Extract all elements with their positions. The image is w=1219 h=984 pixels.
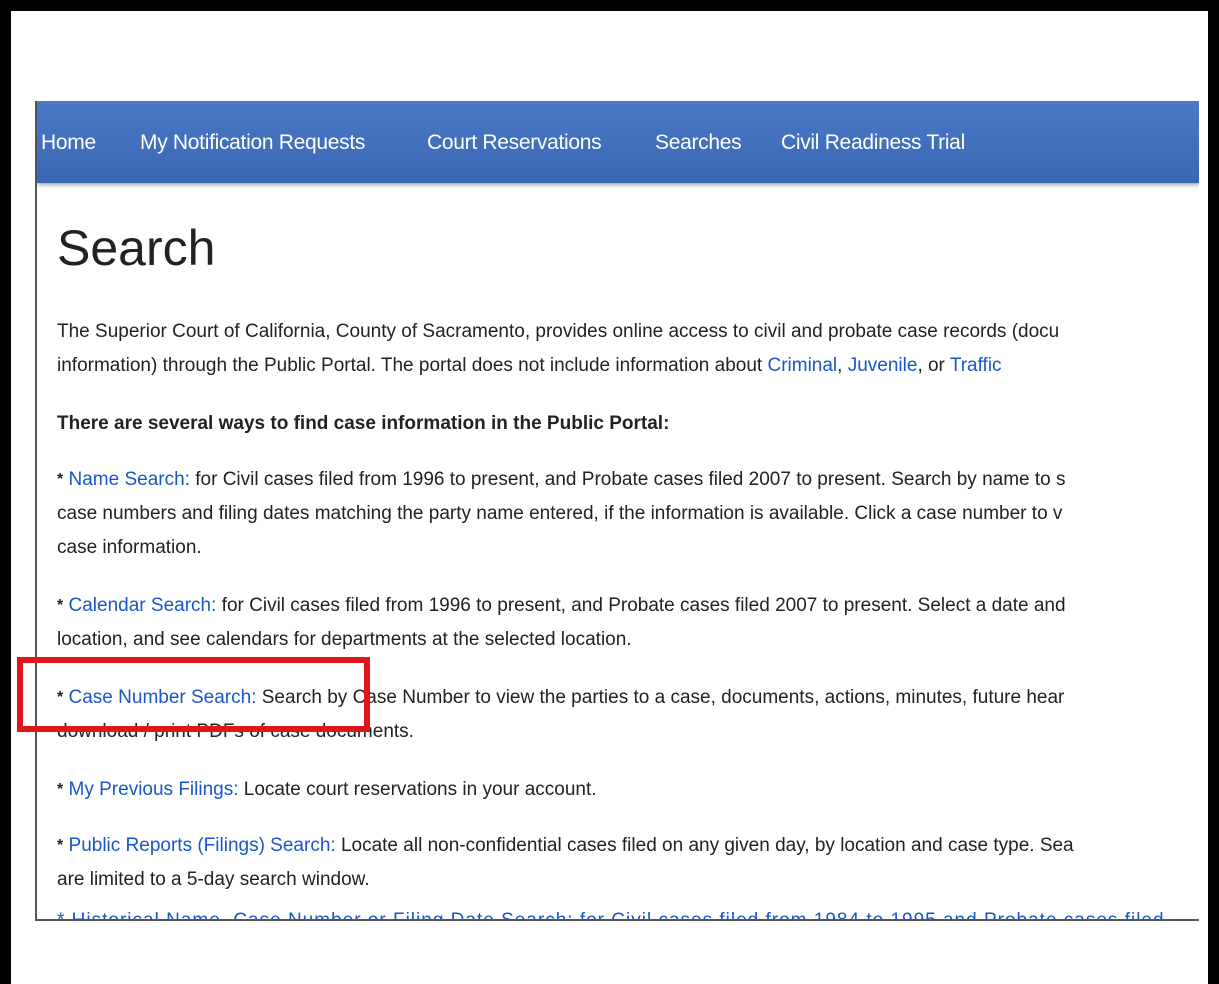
- my-previous-filings-item: * My Previous Filings: Locate court rese…: [57, 773, 1199, 807]
- name-search-text-1: for Civil cases filed from 1996 to prese…: [189, 469, 1066, 490]
- bullet-star: *: [57, 597, 64, 614]
- nav-my-notification-requests[interactable]: My Notification Requests: [140, 131, 365, 155]
- calendar-search-text-2: location, and see calendars for departme…: [57, 629, 632, 650]
- name-search-item: * Name Search: for Civil cases filed fro…: [57, 463, 1199, 565]
- intro-line-1: The Superior Court of California, County…: [57, 321, 1060, 342]
- bullet-star: *: [57, 837, 64, 854]
- bullet-star: *: [57, 471, 64, 488]
- intro-comma: ,: [837, 355, 848, 376]
- calendar-search-text-1: for Civil cases filed from 1996 to prese…: [216, 595, 1066, 616]
- nav-searches[interactable]: Searches: [655, 131, 742, 155]
- intro-paragraph: The Superior Court of California, County…: [57, 315, 1199, 383]
- top-navbar: Home My Notification Requests Court Rese…: [37, 101, 1199, 183]
- case-number-search-text-2: download / print PDFs of case documents.: [57, 721, 414, 742]
- ways-heading: There are several ways to find case info…: [57, 413, 670, 434]
- name-search-text-2: case numbers and filing dates matching t…: [57, 503, 1063, 524]
- juvenile-link[interactable]: Juvenile: [848, 355, 918, 376]
- public-reports-text-1: Locate all non-confidential cases filed …: [335, 835, 1074, 856]
- public-reports-search-link[interactable]: Public Reports (Filings) Search:: [69, 835, 336, 856]
- my-previous-filings-link[interactable]: My Previous Filings:: [69, 779, 239, 800]
- case-number-search-link[interactable]: Case Number Search:: [69, 687, 257, 708]
- intro-line-2-text: information) through the Public Portal. …: [57, 355, 768, 376]
- public-reports-text-2: are limited to a 5-day search window.: [57, 869, 370, 890]
- case-number-search-text-1: Search by Case Number to view the partie…: [256, 687, 1065, 708]
- my-previous-filings-text: Locate court reservations in your accoun…: [238, 779, 597, 800]
- traffic-link[interactable]: Traffic: [950, 355, 1002, 376]
- calendar-search-item: * Calendar Search: for Civil cases filed…: [57, 589, 1199, 657]
- name-search-link[interactable]: Name Search:: [69, 469, 190, 490]
- calendar-search-link[interactable]: Calendar Search:: [69, 595, 217, 616]
- page-title: Search: [57, 220, 216, 276]
- name-search-text-3: case information.: [57, 537, 202, 558]
- criminal-link[interactable]: Criminal: [767, 355, 837, 376]
- case-number-search-item: * Case Number Search: Search by Case Num…: [57, 681, 1199, 749]
- public-reports-search-item: * Public Reports (Filings) Search: Locat…: [57, 829, 1199, 897]
- browser-viewport: Home My Notification Requests Court Rese…: [35, 101, 1199, 921]
- nav-civil-readiness-trial[interactable]: Civil Readiness Trial: [781, 131, 965, 155]
- intro-or: , or: [917, 355, 950, 376]
- bullet-star: *: [57, 689, 64, 706]
- nav-home[interactable]: Home: [41, 131, 96, 155]
- historical-search-cutoff[interactable]: * Historical Name, Case Number or Filing…: [57, 910, 1165, 919]
- nav-court-reservations[interactable]: Court Reservations: [427, 131, 602, 155]
- intro-line-2: information) through the Public Portal. …: [57, 349, 1199, 383]
- bullet-star: *: [57, 781, 64, 798]
